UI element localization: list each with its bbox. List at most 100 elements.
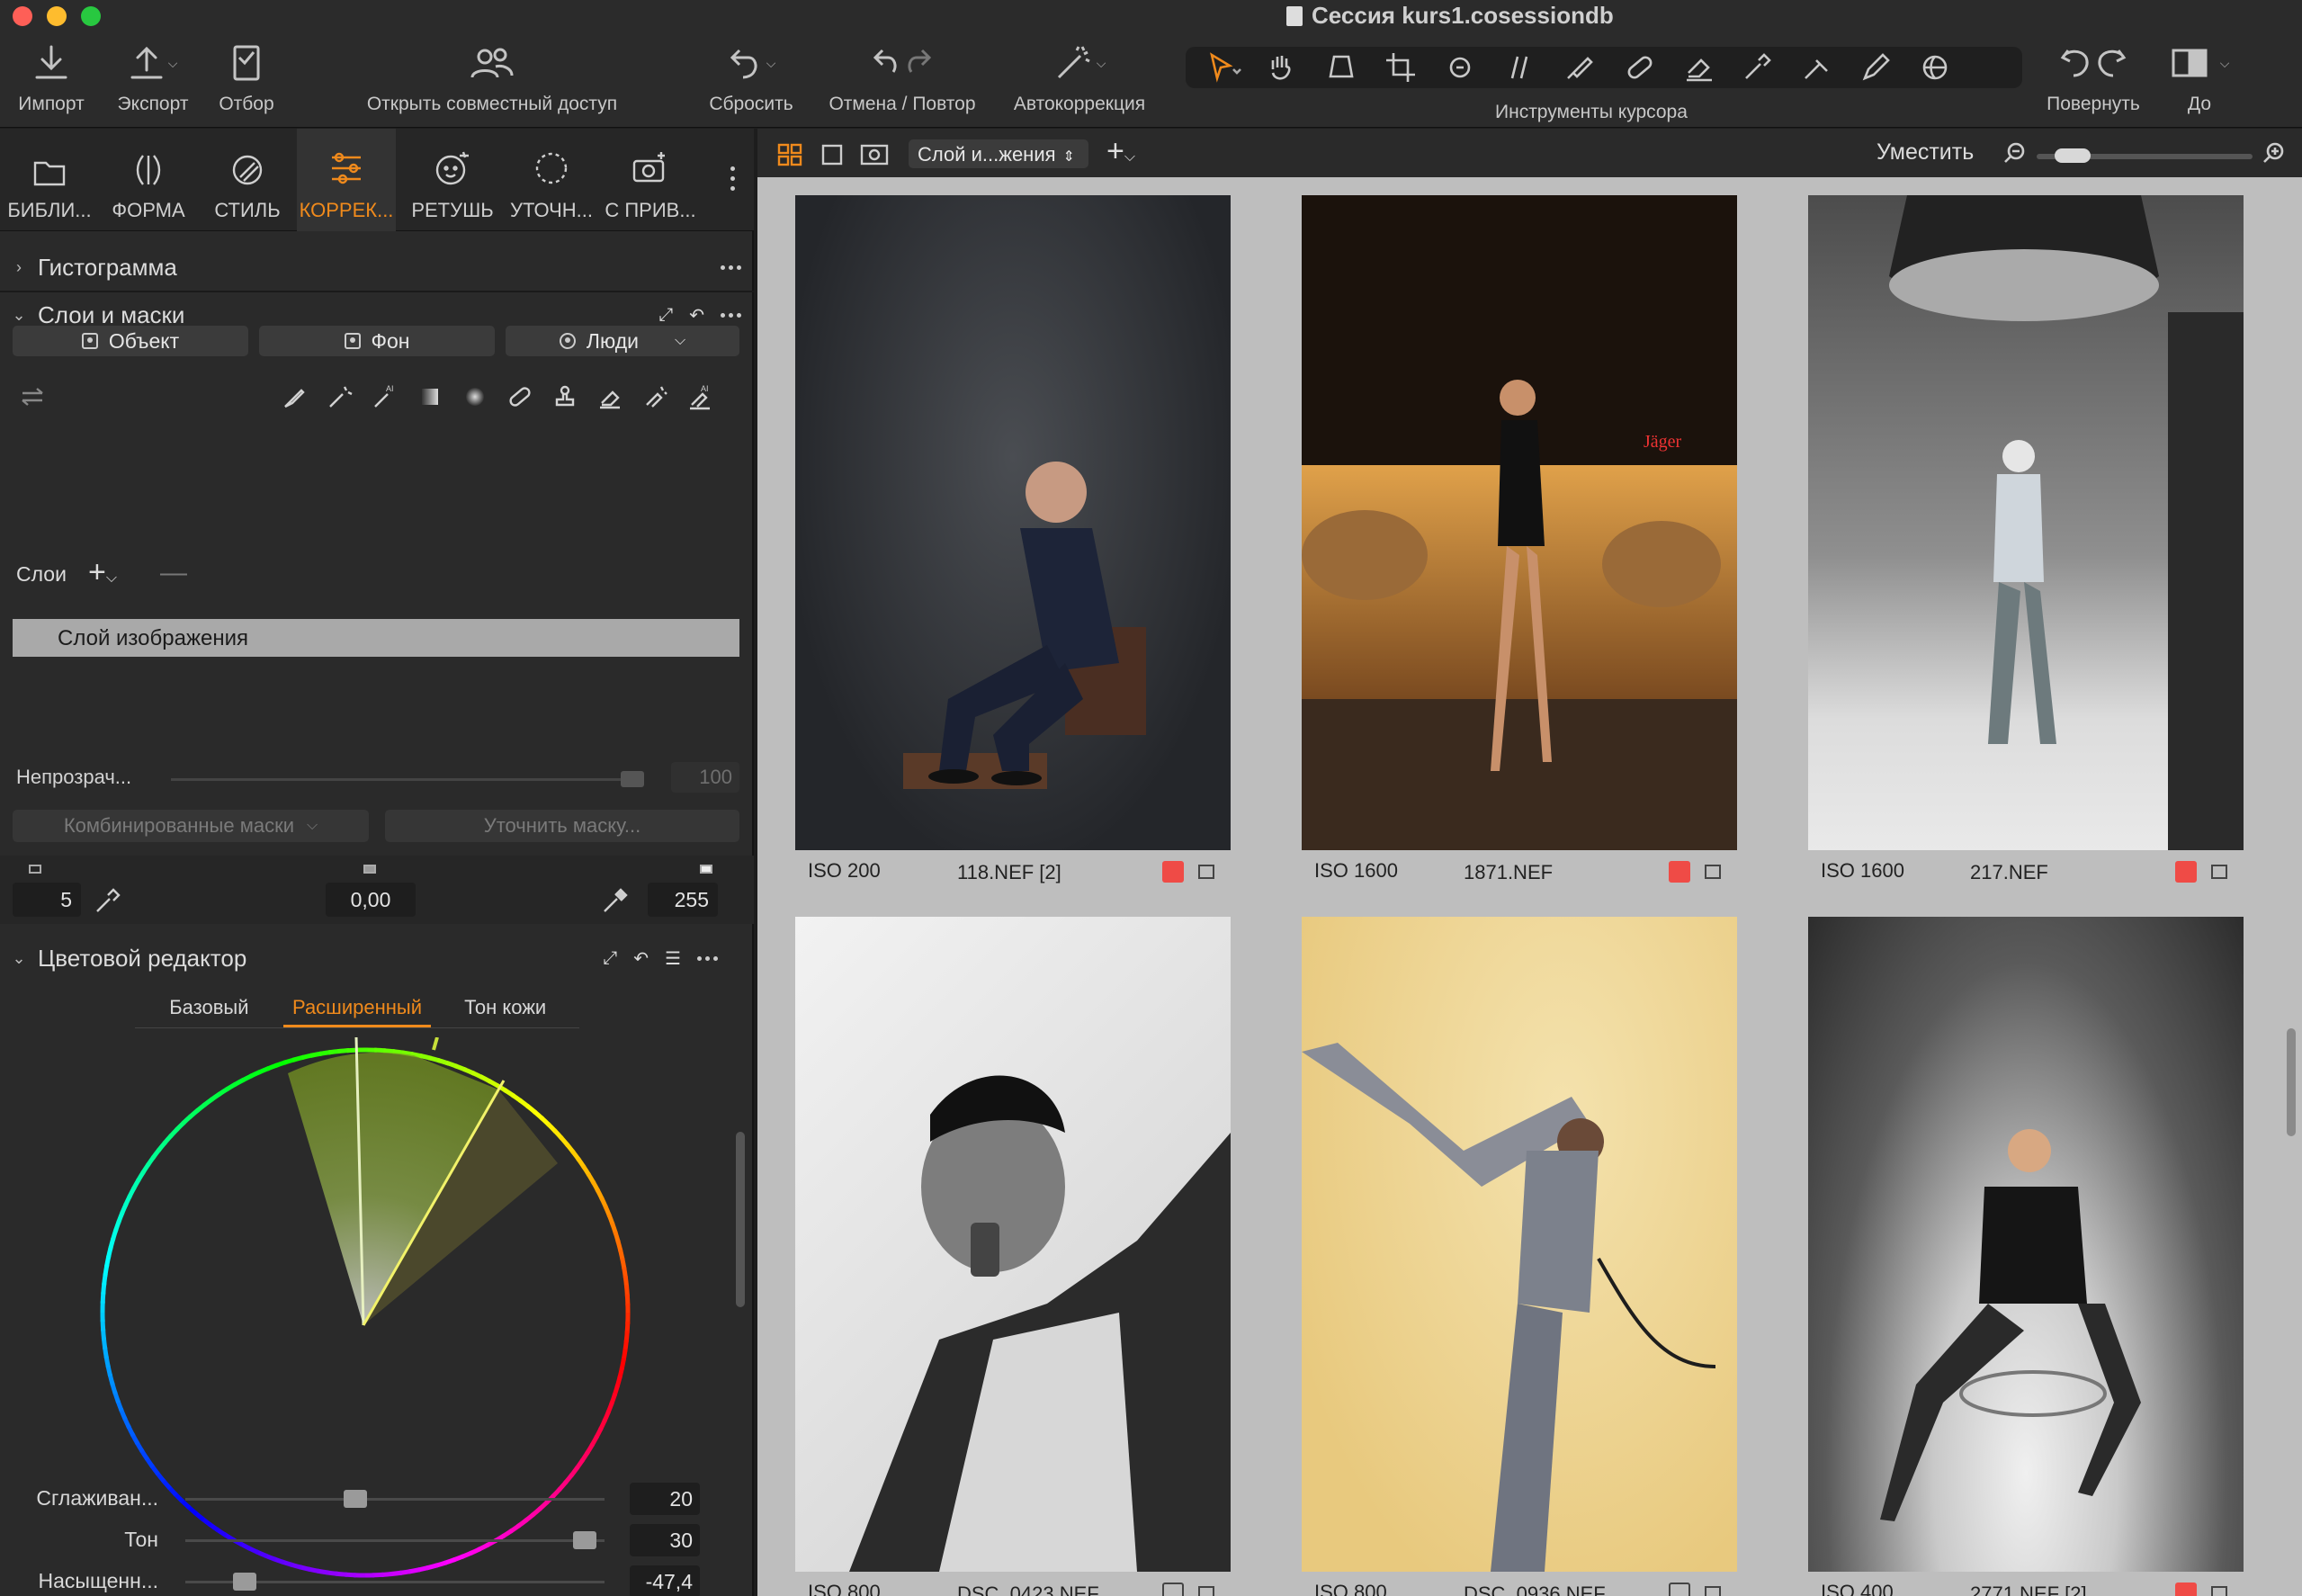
single-view-button[interactable] (820, 143, 844, 171)
thumbnail-image[interactable] (795, 195, 1231, 850)
tab-advanced[interactable]: Расширенный (282, 991, 432, 1027)
expand-icon[interactable]: ⤢ (603, 948, 617, 969)
color-tag[interactable] (1162, 1583, 1184, 1596)
thumbnail[interactable]: ISO 1600 217.NEF (1808, 195, 2244, 886)
crop-tool[interactable] (1376, 49, 1429, 85)
levels-high-marker[interactable] (700, 865, 712, 874)
select-button[interactable]: Отбор (212, 36, 281, 126)
window-minimize-button[interactable] (47, 6, 67, 26)
hue-value[interactable]: 30 (630, 1524, 700, 1556)
gradient-tool[interactable] (1792, 49, 1844, 85)
opacity-slider-thumb[interactable] (621, 771, 644, 787)
more-icon[interactable] (697, 955, 718, 961)
smoothness-thumb[interactable] (344, 1490, 367, 1508)
levels-mid-marker[interactable] (363, 865, 376, 874)
tab-adjust[interactable]: КОРРЕК... (297, 129, 396, 231)
select-cursor-tool[interactable] (1198, 49, 1250, 85)
more-icon[interactable] (721, 265, 741, 270)
levels-high-value[interactable]: 255 (648, 883, 718, 917)
perspective-tool[interactable] (1317, 49, 1369, 85)
saturation-value[interactable]: -47,4 (630, 1565, 700, 1596)
straighten-tool[interactable] (1495, 49, 1547, 85)
metadata-icon[interactable] (1705, 865, 1721, 879)
ai-brush-button[interactable]: AI (369, 381, 401, 413)
tab-refine[interactable]: УТОЧН... (502, 129, 601, 231)
hue-slider[interactable] (185, 1539, 605, 1542)
tab-style[interactable]: СТИЛЬ (198, 129, 297, 231)
tab-tethered[interactable]: С ПРИВ... (601, 129, 700, 231)
mask-people-dropdown[interactable]: Люди ⌵ (506, 326, 739, 356)
hue-thumb[interactable] (573, 1531, 597, 1549)
levels-high-picker[interactable] (601, 886, 630, 919)
window-maximize-button[interactable] (81, 6, 101, 26)
zoom-slider-thumb[interactable] (2055, 148, 2091, 163)
mask-background-button[interactable]: Фон (259, 326, 495, 356)
refine-mask-button[interactable]: Уточнить маску... (385, 810, 739, 842)
wb-tool[interactable] (1911, 49, 1963, 85)
combined-masks-dropdown[interactable]: Комбинированные маски ⌵ (13, 810, 369, 842)
levels-mid-value[interactable]: 0,00 (326, 883, 416, 917)
import-button[interactable]: Импорт (11, 36, 92, 126)
opacity-slider[interactable] (171, 778, 644, 781)
metadata-icon[interactable] (1705, 1586, 1721, 1596)
zoom-in-button[interactable] (2262, 141, 2285, 169)
thumbnail[interactable]: Jäger ISO 1600 1871.NEF (1302, 195, 1737, 886)
loupe-view-button[interactable] (860, 143, 889, 171)
thumbnail-image[interactable] (1808, 917, 2244, 1572)
smoothness-slider[interactable] (185, 1498, 605, 1501)
auto-adjust-button[interactable]: ⌵ Автокоррекция (1004, 36, 1155, 126)
eraser-tool[interactable] (1673, 49, 1725, 85)
grid-view-button[interactable] (777, 143, 802, 171)
thumbnail-image[interactable]: Jäger (1302, 195, 1737, 850)
reset-section-icon[interactable]: ↶ (633, 947, 649, 970)
list-icon[interactable]: ☰ (665, 947, 681, 970)
tab-retouch[interactable]: РЕТУШЬ (403, 129, 502, 231)
layer-select[interactable]: Слой и...жения ⇕ (909, 139, 1088, 168)
thumbnail[interactable]: ISO 800 DSC_0423.NEF (795, 917, 1231, 1596)
levels-low-picker[interactable] (94, 886, 122, 919)
magic-brush-button[interactable] (324, 381, 356, 413)
tab-library[interactable]: БИБЛИ... (0, 129, 99, 231)
tab-basic[interactable]: Базовый (135, 991, 283, 1027)
radial-gradient-button[interactable] (459, 381, 491, 413)
fit-button[interactable]: Уместить (1877, 139, 1974, 166)
panel-scrollbar[interactable] (736, 1132, 745, 1307)
smoothness-value[interactable]: 20 (630, 1483, 700, 1515)
saturation-thumb[interactable] (232, 1573, 256, 1591)
share-button[interactable]: Открыть совместный доступ (353, 36, 631, 126)
pan-tool[interactable] (1258, 49, 1310, 85)
draw-mask-button[interactable] (279, 381, 311, 413)
mask-settings-button[interactable] (16, 381, 49, 413)
color-tag[interactable] (1669, 861, 1690, 883)
heal-mask-button[interactable] (504, 381, 536, 413)
color-tag[interactable] (1162, 861, 1184, 883)
color-tag[interactable] (2175, 1583, 2197, 1596)
metadata-icon[interactable] (2211, 865, 2227, 879)
picker-tool[interactable] (1733, 49, 1785, 85)
reset-section-icon[interactable]: ↶ (689, 304, 704, 327)
tab-skin-tone[interactable]: Тон кожи (431, 991, 579, 1027)
zoom-out-button[interactable] (2002, 141, 2026, 169)
layer-item[interactable]: Слой изображения (13, 619, 739, 657)
mask-object-button[interactable]: Объект (13, 326, 248, 356)
thumbnail-image[interactable] (1808, 195, 2244, 850)
thumbnail-image[interactable] (1302, 917, 1737, 1572)
undo-redo-button[interactable]: Отмена / Повтор (820, 36, 984, 126)
histogram-header[interactable]: › Гистограмма (0, 246, 754, 289)
thumbnail[interactable]: ISO 400 2771.NEF [2] (1808, 917, 2244, 1596)
erase-mask-button[interactable] (594, 381, 626, 413)
color-tag[interactable] (1669, 1583, 1690, 1596)
before-button[interactable]: ⌵ До (2159, 36, 2240, 126)
levels-low-marker[interactable] (29, 865, 41, 874)
expand-icon[interactable]: ⤢ (658, 305, 673, 326)
thumbnail[interactable]: ISO 800 DSC_0936.NEF (1302, 917, 1737, 1596)
rotate-tool[interactable] (1436, 49, 1488, 85)
browser-add-button[interactable]: +⌵ (1106, 134, 1135, 169)
more-icon[interactable] (721, 312, 741, 318)
opacity-value[interactable]: 100 (671, 762, 739, 793)
linear-gradient-button[interactable] (414, 381, 446, 413)
levels-low-value[interactable]: 5 (13, 883, 81, 917)
metadata-icon[interactable] (1198, 865, 1214, 879)
add-layer-button[interactable]: +⌵ (88, 555, 117, 590)
magic-erase-button[interactable] (639, 381, 671, 413)
